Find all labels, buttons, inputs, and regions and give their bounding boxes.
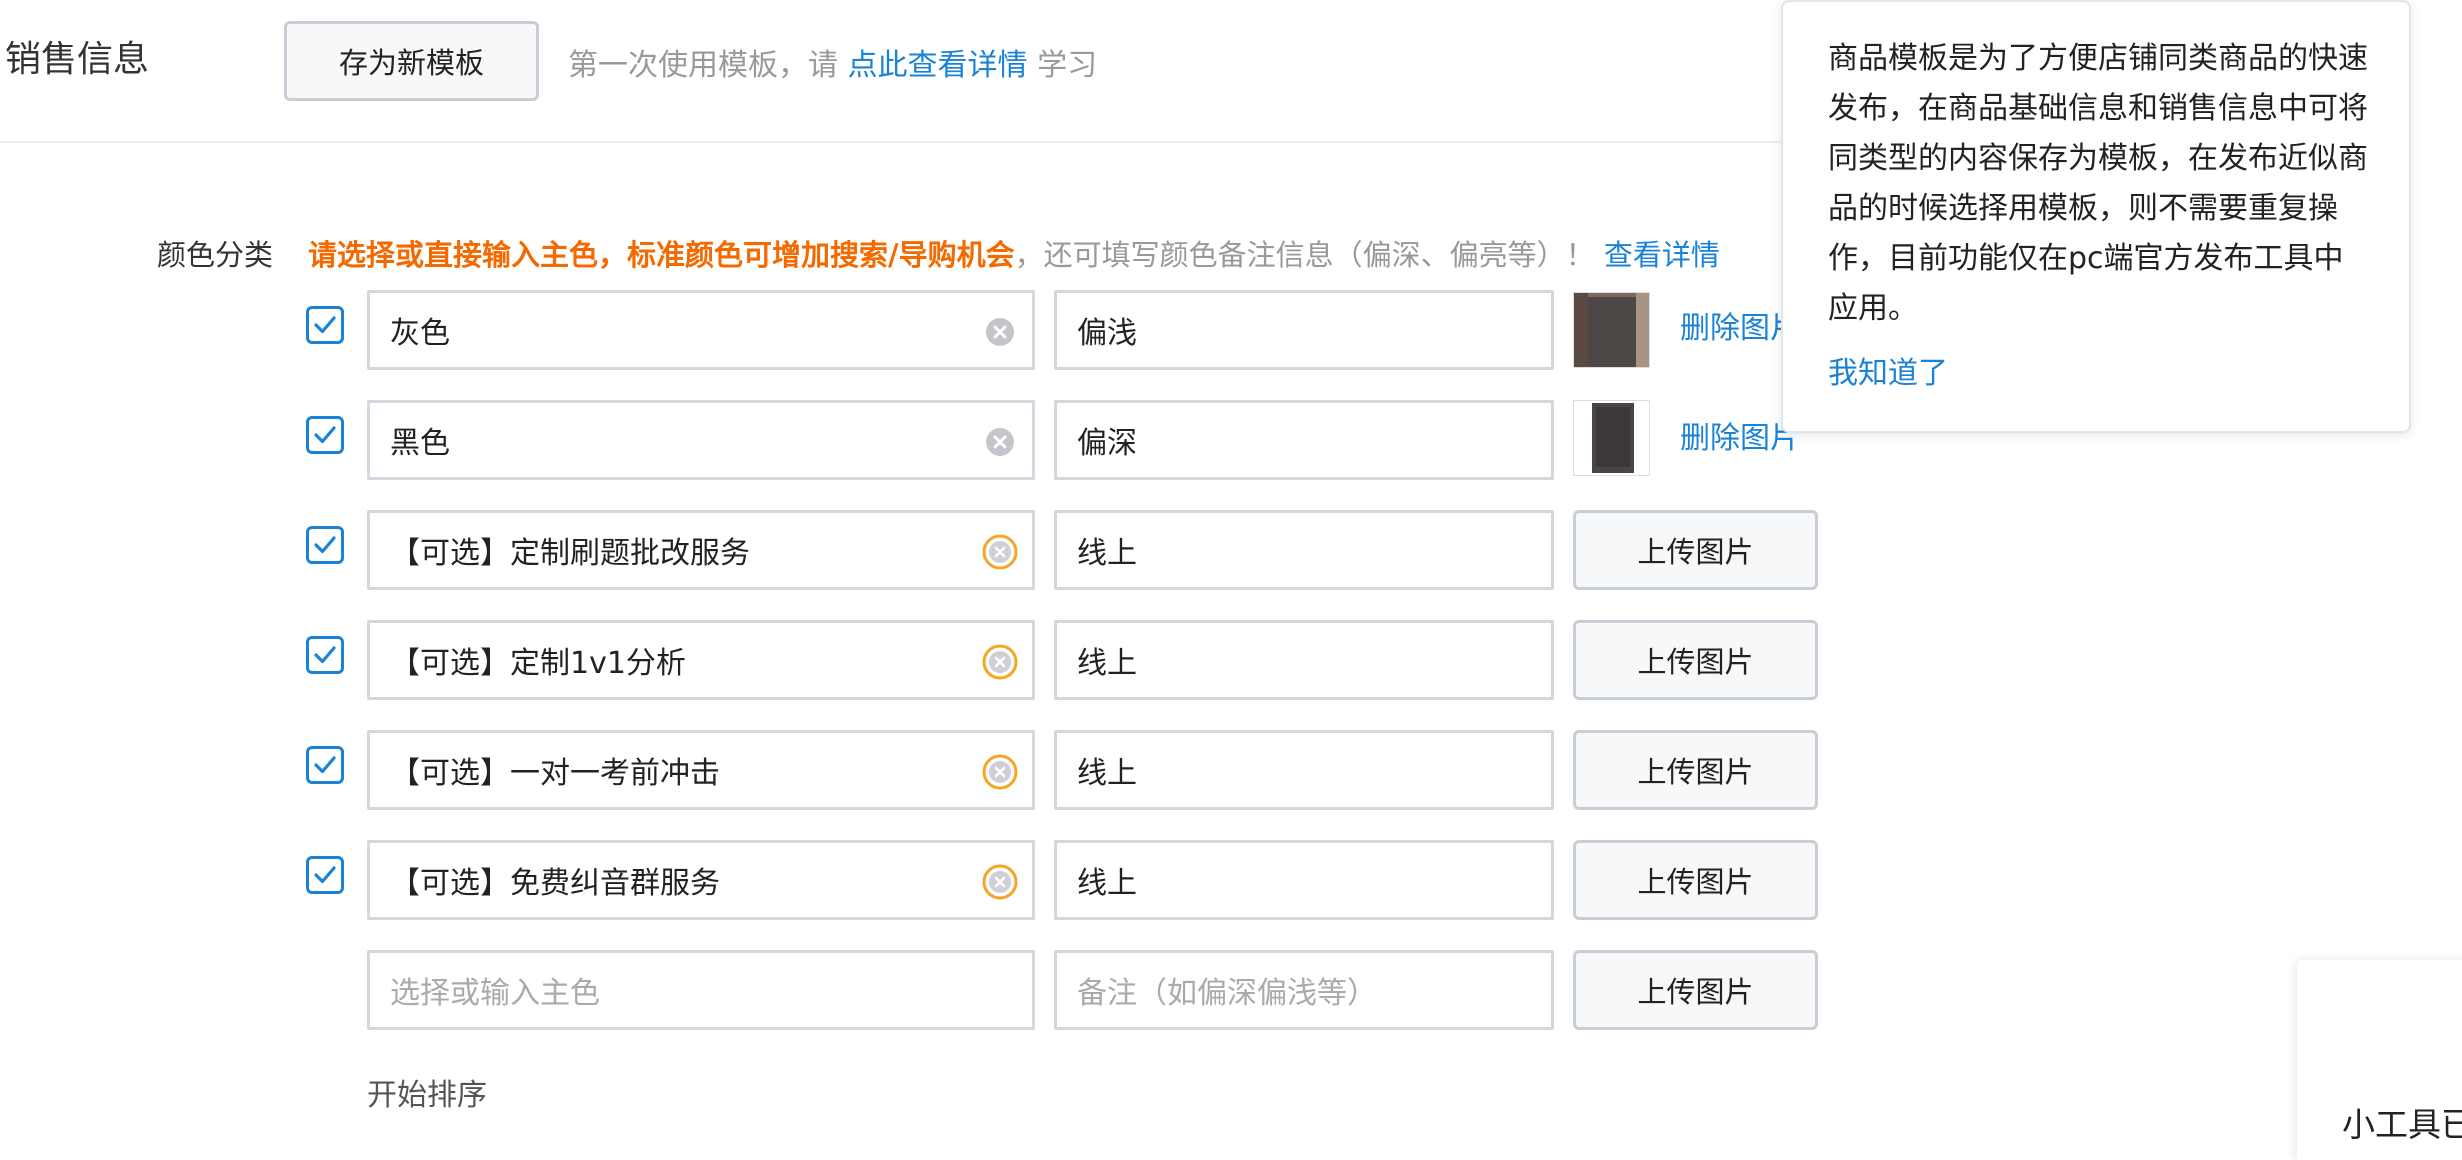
start-sort-link[interactable]: 开始排序 [367, 1070, 487, 1114]
hint-prefix: 第一次使用模板，请 [568, 48, 848, 83]
checkmark-icon [314, 316, 336, 334]
popover-line: 商品模板是为了方便店铺同类商品的快速 [1828, 41, 2368, 76]
row-checkbox[interactable] [306, 636, 344, 674]
main-color-input[interactable]: 灰色 [367, 290, 1035, 370]
hint-suffix: 学习 [1027, 48, 1098, 83]
checkmark-icon [314, 756, 336, 774]
color-thumbnail[interactable] [1573, 292, 1650, 368]
clear-icon[interactable] [985, 427, 1015, 457]
color-note-input[interactable]: 线上 [1054, 840, 1554, 920]
popover-ok-link[interactable]: 我知道了 [1828, 348, 2369, 392]
popover-line: 发布，在商品基础信息和销售信息中可将 [1828, 91, 2368, 126]
main-color-value: 【可选】定制刷题批改服务 [390, 536, 750, 571]
section-divider [0, 141, 1790, 143]
color-tip-rest: ，还可填写颜色备注信息（偏深、偏亮等）！ [1014, 238, 1595, 272]
color-note-input[interactable]: 线上 [1054, 510, 1554, 590]
row-checkbox[interactable] [306, 856, 344, 894]
row-checkbox[interactable] [306, 306, 344, 344]
row-checkbox[interactable] [306, 746, 344, 784]
section-title: 销售信息 [5, 39, 150, 80]
main-color-input[interactable]: 【可选】定制1v1分析 [367, 620, 1035, 700]
color-tip-warning: 请选择或直接输入主色，标准颜色可增加搜索/导购机会 [308, 238, 1015, 272]
save-as-template-button[interactable]: 存为新模板 [284, 21, 539, 101]
new-main-color-input[interactable]: 选择或输入主色 [367, 950, 1035, 1030]
side-tool-panel-text[interactable]: 小工具已 [2342, 1098, 2462, 1146]
main-color-input[interactable]: 黑色 [367, 400, 1035, 480]
row-checkbox[interactable] [306, 526, 344, 564]
color-note-input[interactable]: 线上 [1054, 730, 1554, 810]
new-color-note-input[interactable]: 备注（如偏深偏浅等） [1054, 950, 1554, 1030]
upload-image-button[interactable]: 上传图片 [1573, 950, 1818, 1030]
checkmark-icon [314, 536, 336, 554]
color-category-label: 颜色分类 [157, 238, 274, 272]
main-color-input[interactable]: 【可选】一对一考前冲击 [367, 730, 1035, 810]
main-color-value: 【可选】定制1v1分析 [390, 646, 686, 681]
template-info-popover: 商品模板是为了方便店铺同类商品的快速 发布，在商品基础信息和销售信息中可将 同类… [1781, 0, 2411, 433]
main-color-value: 【可选】免费纠音群服务 [390, 866, 720, 901]
main-color-value: 黑色 [390, 426, 450, 461]
checkmark-icon [314, 866, 336, 884]
color-tip-details-link[interactable]: 查看详情 [1604, 238, 1720, 272]
upload-image-button[interactable]: 上传图片 [1573, 840, 1818, 920]
color-note-value: 偏深 [1077, 426, 1137, 461]
main-color-input[interactable]: 【可选】免费纠音群服务 [367, 840, 1035, 920]
clear-icon[interactable] [982, 864, 1018, 900]
checkmark-icon [314, 646, 336, 664]
color-note-input[interactable]: 偏深 [1054, 400, 1554, 480]
main-color-input[interactable]: 【可选】定制刷题批改服务 [367, 510, 1035, 590]
hint-details-link[interactable]: 点此查看详情 [848, 48, 1028, 83]
color-note-value: 线上 [1077, 536, 1137, 571]
popover-text: 商品模板是为了方便店铺同类商品的快速 发布，在商品基础信息和销售信息中可将 同类… [1828, 34, 2369, 334]
new-color-note-placeholder: 备注（如偏深偏浅等） [1077, 976, 1377, 1011]
upload-image-button[interactable]: 上传图片 [1573, 510, 1818, 590]
color-note-input[interactable]: 线上 [1054, 620, 1554, 700]
clear-icon[interactable] [985, 317, 1015, 347]
clear-icon[interactable] [982, 754, 1018, 790]
color-note-value: 偏浅 [1077, 316, 1137, 351]
color-category-tip: 请选择或直接输入主色，标准颜色可增加搜索/导购机会，还可填写颜色备注信息（偏深、… [308, 232, 1720, 274]
product-photo [1574, 293, 1649, 367]
main-color-value: 【可选】一对一考前冲击 [390, 756, 720, 791]
product-photo [1574, 401, 1649, 475]
color-note-value: 线上 [1077, 646, 1137, 681]
upload-image-button[interactable]: 上传图片 [1573, 620, 1818, 700]
upload-image-button[interactable]: 上传图片 [1573, 730, 1818, 810]
row-checkbox[interactable] [306, 416, 344, 454]
color-note-value: 线上 [1077, 756, 1137, 791]
popover-line: 同类型的内容保存为模板，在发布近似商 [1828, 141, 2368, 176]
color-note-value: 线上 [1077, 866, 1137, 901]
main-color-value: 灰色 [390, 316, 450, 351]
popover-line: 品的时候选择用模板，则不需要重复操 [1828, 191, 2338, 226]
color-note-input[interactable]: 偏浅 [1054, 290, 1554, 370]
popover-line: 应用。 [1828, 291, 1918, 326]
clear-icon[interactable] [982, 644, 1018, 680]
color-thumbnail[interactable] [1573, 400, 1650, 476]
new-main-color-placeholder: 选择或输入主色 [390, 976, 600, 1011]
popover-line: 作，目前功能仅在pc端官方发布工具中 [1828, 241, 2344, 276]
checkmark-icon [314, 426, 336, 444]
template-hint: 第一次使用模板，请 点此查看详情 学习 [568, 40, 1097, 84]
clear-icon[interactable] [982, 534, 1018, 570]
